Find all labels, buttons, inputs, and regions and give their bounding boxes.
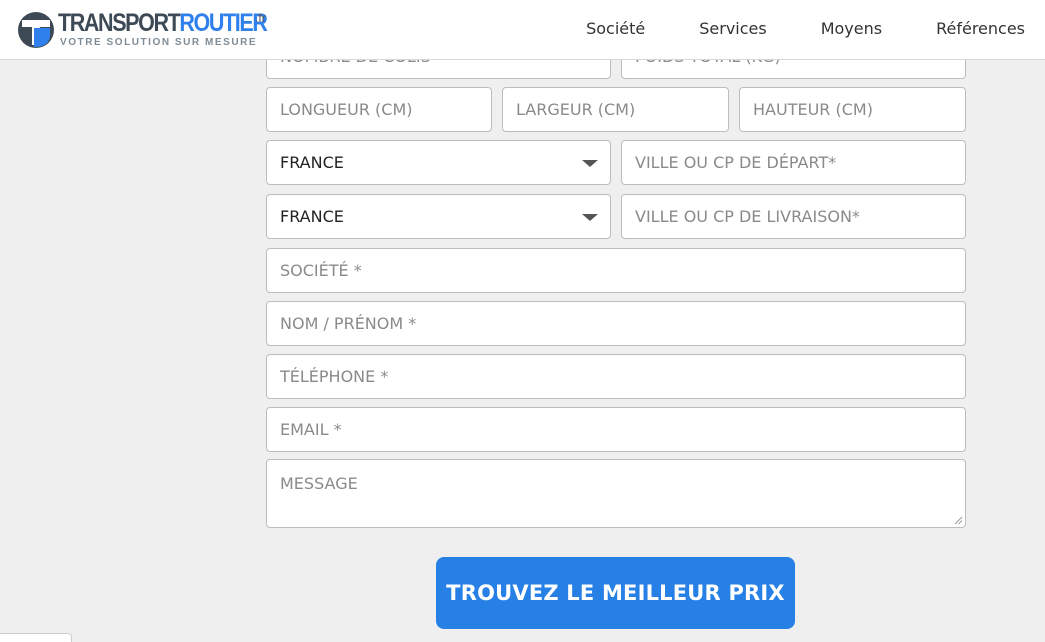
- hauteur-placeholder: HAUTEUR (CM): [753, 100, 873, 119]
- nav-item-services[interactable]: Services: [699, 19, 766, 38]
- find-best-price-button[interactable]: TROUVEZ LE MEILLEUR PRIX: [436, 557, 795, 629]
- telephone-placeholder: TÉLÉPHONE *: [280, 367, 389, 386]
- logo-wordmark: TRANSPORTROUTIER: [58, 9, 268, 37]
- largeur-placeholder: LARGEUR (CM): [516, 100, 636, 119]
- chevron-down-icon: [582, 214, 598, 221]
- pays-depart-select[interactable]: FRANCE: [266, 140, 611, 185]
- societe-placeholder: SOCIÉTÉ *: [280, 261, 362, 280]
- ville-livraison-input[interactable]: VILLE OU CP DE LIVRAISON*: [621, 194, 966, 239]
- corner-widget[interactable]: [0, 633, 72, 642]
- truck-t-logo-icon: [18, 12, 54, 48]
- resize-handle-icon[interactable]: [954, 516, 963, 525]
- nom-prenom-placeholder: NOM / PRÉNOM *: [280, 314, 417, 333]
- ville-depart-input[interactable]: VILLE OU CP DE DÉPART*: [621, 140, 966, 185]
- nav-item-moyens[interactable]: Moyens: [821, 19, 882, 38]
- societe-input[interactable]: SOCIÉTÉ *: [266, 248, 966, 293]
- longueur-input[interactable]: LONGUEUR (CM): [266, 87, 492, 132]
- site-logo[interactable]: TRANSPORTROUTIER .fr VOTRE SOLUTION SUR …: [17, 10, 277, 50]
- logo-word-routier: ROUTIER: [179, 9, 268, 37]
- ville-depart-placeholder: VILLE OU CP DE DÉPART*: [635, 153, 837, 172]
- logo-tld: .fr: [255, 11, 266, 25]
- email-input[interactable]: EMAIL *: [266, 407, 966, 452]
- logo-tagline: VOTRE SOLUTION SUR MESURE: [60, 37, 258, 48]
- logo-word-transport: TRANSPORT: [58, 9, 181, 37]
- nav-item-references[interactable]: Références: [936, 19, 1025, 38]
- site-header: TRANSPORTROUTIER .fr VOTRE SOLUTION SUR …: [0, 0, 1045, 60]
- ville-livraison-placeholder: VILLE OU CP DE LIVRAISON*: [635, 207, 860, 226]
- pays-livraison-value: FRANCE: [280, 207, 344, 226]
- telephone-input[interactable]: TÉLÉPHONE *: [266, 354, 966, 399]
- email-placeholder: EMAIL *: [280, 420, 342, 439]
- chevron-down-icon: [582, 160, 598, 167]
- longueur-placeholder: LONGUEUR (CM): [280, 100, 413, 119]
- message-placeholder: MESSAGE: [280, 474, 358, 493]
- nav-item-societe[interactable]: Société: [586, 19, 645, 38]
- hauteur-input[interactable]: HAUTEUR (CM): [739, 87, 966, 132]
- page: NOMBRE DE COLIS POIDS TOTAL (KG) LONGUEU…: [0, 0, 1045, 642]
- pays-depart-value: FRANCE: [280, 153, 344, 172]
- nom-prenom-input[interactable]: NOM / PRÉNOM *: [266, 301, 966, 346]
- largeur-input[interactable]: LARGEUR (CM): [502, 87, 729, 132]
- message-textarea[interactable]: MESSAGE: [266, 459, 966, 528]
- main-nav: Société Services Moyens Références: [532, 19, 1025, 38]
- pays-livraison-select[interactable]: FRANCE: [266, 194, 611, 239]
